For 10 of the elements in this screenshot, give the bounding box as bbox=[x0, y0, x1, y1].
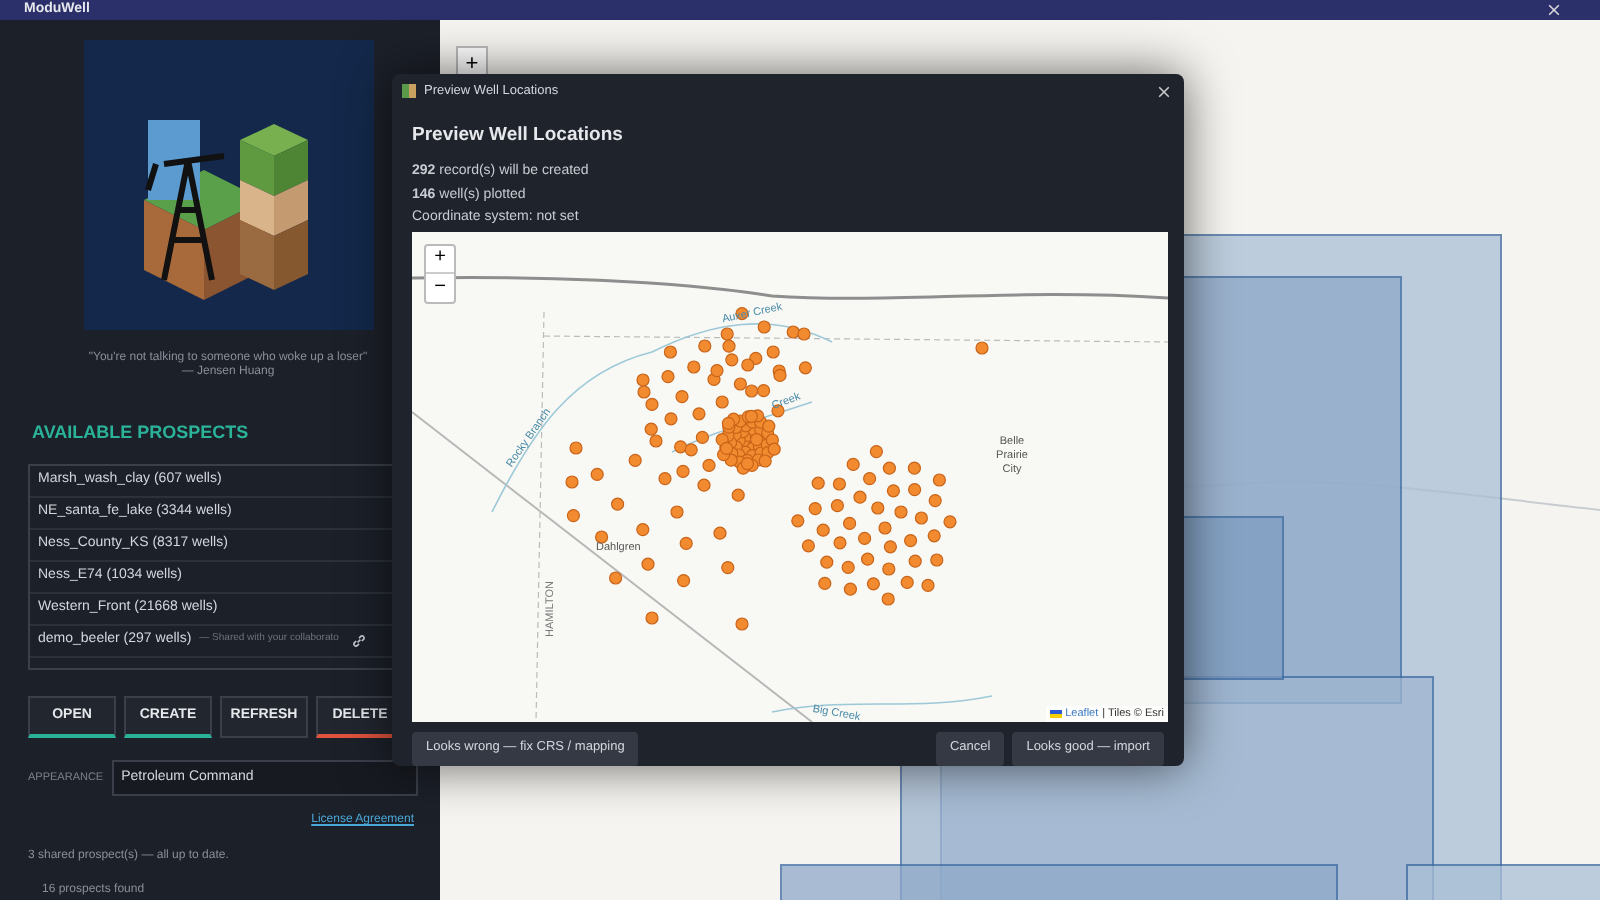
close-icon[interactable] bbox=[1548, 4, 1560, 16]
close-icon[interactable] bbox=[1158, 85, 1170, 97]
app-icon bbox=[402, 84, 416, 98]
zoom-in-button[interactable]: + bbox=[426, 245, 454, 274]
oil-derrick-logo-icon bbox=[83, 40, 373, 330]
flag-icon bbox=[1049, 709, 1062, 718]
link-icon[interactable] bbox=[352, 633, 367, 647]
section-title: AVAILABLE PROSPECTS bbox=[32, 420, 251, 446]
dialog-heading: Preview Well Locations bbox=[412, 122, 625, 150]
zoom-out-button[interactable]: − bbox=[426, 273, 454, 302]
